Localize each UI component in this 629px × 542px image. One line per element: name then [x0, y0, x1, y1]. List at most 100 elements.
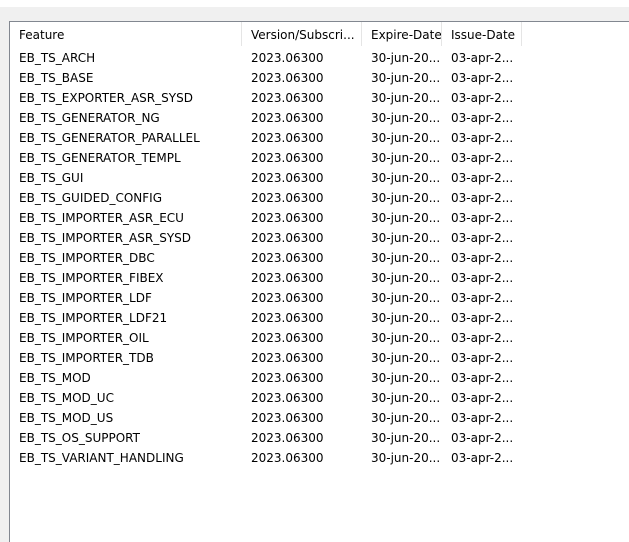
version-cell: 2023.06300 [251, 191, 324, 205]
feature-cell: EB_TS_ARCH [19, 51, 96, 65]
version-cell: 2023.06300 [251, 71, 324, 85]
table-row[interactable]: EB_TS_IMPORTER_ASR_ECU 2023.06300 30-jun-2… [10, 208, 522, 228]
issue-date-cell: 03-apr-2... [451, 71, 514, 85]
feature-cell: EB_TS_IMPORTER_ASR_SYSD [19, 231, 192, 245]
list-header: Feature Version/Subscri... Expire-Date I… [10, 22, 522, 46]
expire-date-cell: 30-jun-20... [371, 131, 441, 145]
issue-date-cell: 03-apr-2... [451, 131, 514, 145]
table-row[interactable]: EB_TS_MOD_US 2023.06300 30-jun-20... 03-apr… [10, 408, 522, 428]
expire-date-cell: 30-jun-20... [371, 311, 441, 325]
expire-date-cell: 30-jun-20... [371, 171, 441, 185]
feature-cell: EB_TS_EXPORTER_ASR_SYSD [19, 91, 193, 105]
issue-date-cell: 03-apr-2... [451, 451, 514, 465]
version-cell: 2023.06300 [251, 291, 324, 305]
feature-cell: EB_TS_IMPORTER_FIBEX [19, 271, 164, 285]
issue-date-cell: 03-apr-2... [451, 411, 514, 425]
version-cell: 2023.06300 [251, 171, 324, 185]
version-cell: 2023.06300 [251, 91, 324, 105]
version-cell: 2023.06300 [251, 211, 324, 225]
version-cell: 2023.06300 [251, 251, 324, 265]
issue-date-cell: 03-apr-2... [451, 371, 514, 385]
table-row[interactable]: EB_TS_MOD 2023.06300 30-jun-20... 03-apr-2.… [10, 368, 522, 388]
table-row[interactable]: EB_TS_GENERATOR_TEMPL 2023.06300 30-jun-20… [10, 148, 522, 168]
version-cell: 2023.06300 [251, 131, 324, 145]
feature-cell: EB_TS_IMPORTER_TDB [19, 351, 154, 365]
expire-date-cell: 30-jun-20... [371, 411, 441, 425]
expire-date-cell: 30-jun-20... [371, 251, 441, 265]
column-header-issue-date[interactable]: Issue-Date [442, 22, 522, 46]
table-row[interactable]: EB_TS_MOD_UC 2023.06300 30-jun-20... 03-apr… [10, 388, 522, 408]
table-row[interactable]: EB_TS_GUI 2023.06300 30-jun-20... 03-apr-2.… [10, 168, 522, 188]
expire-date-cell: 30-jun-20... [371, 331, 441, 345]
table-row[interactable]: EB_TS_OS_SUPPORT 2023.06300 30-jun-20... 03… [10, 428, 522, 448]
column-header-expire-date[interactable]: Expire-Date [362, 22, 442, 46]
table-row[interactable]: EB_TS_GENERATOR_NG 2023.06300 30-jun-20...… [10, 108, 522, 128]
feature-cell: EB_TS_GENERATOR_NG [19, 111, 160, 125]
expire-date-cell: 30-jun-20... [371, 291, 441, 305]
issue-date-cell: 03-apr-2... [451, 111, 514, 125]
version-cell: 2023.06300 [251, 391, 324, 405]
expire-date-cell: 30-jun-20... [371, 191, 441, 205]
version-cell: 2023.06300 [251, 271, 324, 285]
feature-cell: EB_TS_GENERATOR_TEMPL [19, 151, 181, 165]
feature-cell: EB_TS_MOD_UC [19, 391, 114, 405]
table-row[interactable]: EB_TS_IMPORTER_ASR_SYSD 2023.06300 30-jun-… [10, 228, 522, 248]
issue-date-cell: 03-apr-2... [451, 391, 514, 405]
license-feature-list[interactable]: Feature Version/Subscri... Expire-Date I… [9, 21, 629, 542]
issue-date-cell: 03-apr-2... [451, 431, 514, 445]
issue-date-cell: 03-apr-2... [451, 331, 514, 345]
table-row[interactable]: EB_TS_GUIDED_CONFIG 2023.06300 30-jun-20..… [10, 188, 522, 208]
issue-date-cell: 03-apr-2... [451, 171, 514, 185]
table-row[interactable]: EB_TS_IMPORTER_FIBEX 2023.06300 30-jun-20.… [10, 268, 522, 288]
issue-date-cell: 03-apr-2... [451, 151, 514, 165]
table-row[interactable]: EB_TS_IMPORTER_OIL 2023.06300 30-jun-20...… [10, 328, 522, 348]
table-row[interactable]: EB_TS_BASE 2023.06300 30-jun-20... 03-apr-2… [10, 68, 522, 88]
expire-date-cell: 30-jun-20... [371, 451, 441, 465]
expire-date-cell: 30-jun-20... [371, 211, 441, 225]
version-cell: 2023.06300 [251, 411, 324, 425]
table-row[interactable]: EB_TS_GENERATOR_PARALLEL 2023.06300 30-jun… [10, 128, 522, 148]
version-cell: 2023.06300 [251, 331, 324, 345]
version-cell: 2023.06300 [251, 431, 324, 445]
expire-date-cell: 30-jun-20... [371, 351, 441, 365]
version-cell: 2023.06300 [251, 311, 324, 325]
feature-cell: EB_TS_IMPORTER_DBC [19, 251, 155, 265]
column-header-version[interactable]: Version/Subscri... [242, 22, 362, 46]
feature-cell: EB_TS_IMPORTER_LDF [19, 291, 152, 305]
version-cell: 2023.06300 [251, 451, 324, 465]
expire-date-cell: 30-jun-20... [371, 391, 441, 405]
version-cell: 2023.06300 [251, 151, 324, 165]
table-row[interactable]: EB_TS_IMPORTER_LDF 2023.06300 30-jun-20...… [10, 288, 522, 308]
feature-cell: EB_TS_IMPORTER_ASR_ECU [19, 211, 184, 225]
table-row[interactable]: EB_TS_VARIANT_HANDLING 2023.06300 30-jun-2… [10, 448, 522, 468]
feature-cell: EB_TS_IMPORTER_OIL [19, 331, 149, 345]
expire-date-cell: 30-jun-20... [371, 111, 441, 125]
issue-date-cell: 03-apr-2... [451, 351, 514, 365]
table-row[interactable]: EB_TS_ARCH 2023.06300 30-jun-20... 03-apr-2… [10, 48, 522, 68]
expire-date-cell: 30-jun-20... [371, 71, 441, 85]
feature-cell: EB_TS_BASE [19, 71, 94, 85]
expire-date-cell: 30-jun-20... [371, 431, 441, 445]
table-row[interactable]: EB_TS_IMPORTER_TDB 2023.06300 30-jun-20...… [10, 348, 522, 368]
feature-cell: EB_TS_IMPORTER_LDF21 [19, 311, 168, 325]
issue-date-cell: 03-apr-2... [451, 251, 514, 265]
table-row[interactable]: EB_TS_IMPORTER_DBC 2023.06300 30-jun-20...… [10, 248, 522, 268]
table-row[interactable]: EB_TS_IMPORTER_LDF21 2023.06300 30-jun-20.… [10, 308, 522, 328]
expire-date-cell: 30-jun-20... [371, 51, 441, 65]
version-cell: 2023.06300 [251, 231, 324, 245]
version-cell: 2023.06300 [251, 51, 324, 65]
top-strip [0, 0, 629, 7]
expire-date-cell: 30-jun-20... [371, 271, 441, 285]
issue-date-cell: 03-apr-2... [451, 91, 514, 105]
version-cell: 2023.06300 [251, 111, 324, 125]
column-header-feature[interactable]: Feature [10, 22, 242, 46]
table-row[interactable]: EB_TS_EXPORTER_ASR_SYSD 2023.06300 30-jun-… [10, 88, 522, 108]
expire-date-cell: 30-jun-20... [371, 91, 441, 105]
feature-cell: EB_TS_GUIDED_CONFIG [19, 191, 162, 205]
feature-cell: EB_TS_GUI [19, 171, 84, 185]
feature-cell: EB_TS_OS_SUPPORT [19, 431, 140, 445]
issue-date-cell: 03-apr-2... [451, 211, 514, 225]
expire-date-cell: 30-jun-20... [371, 231, 441, 245]
expire-date-cell: 30-jun-20... [371, 151, 441, 165]
issue-date-cell: 03-apr-2... [451, 231, 514, 245]
